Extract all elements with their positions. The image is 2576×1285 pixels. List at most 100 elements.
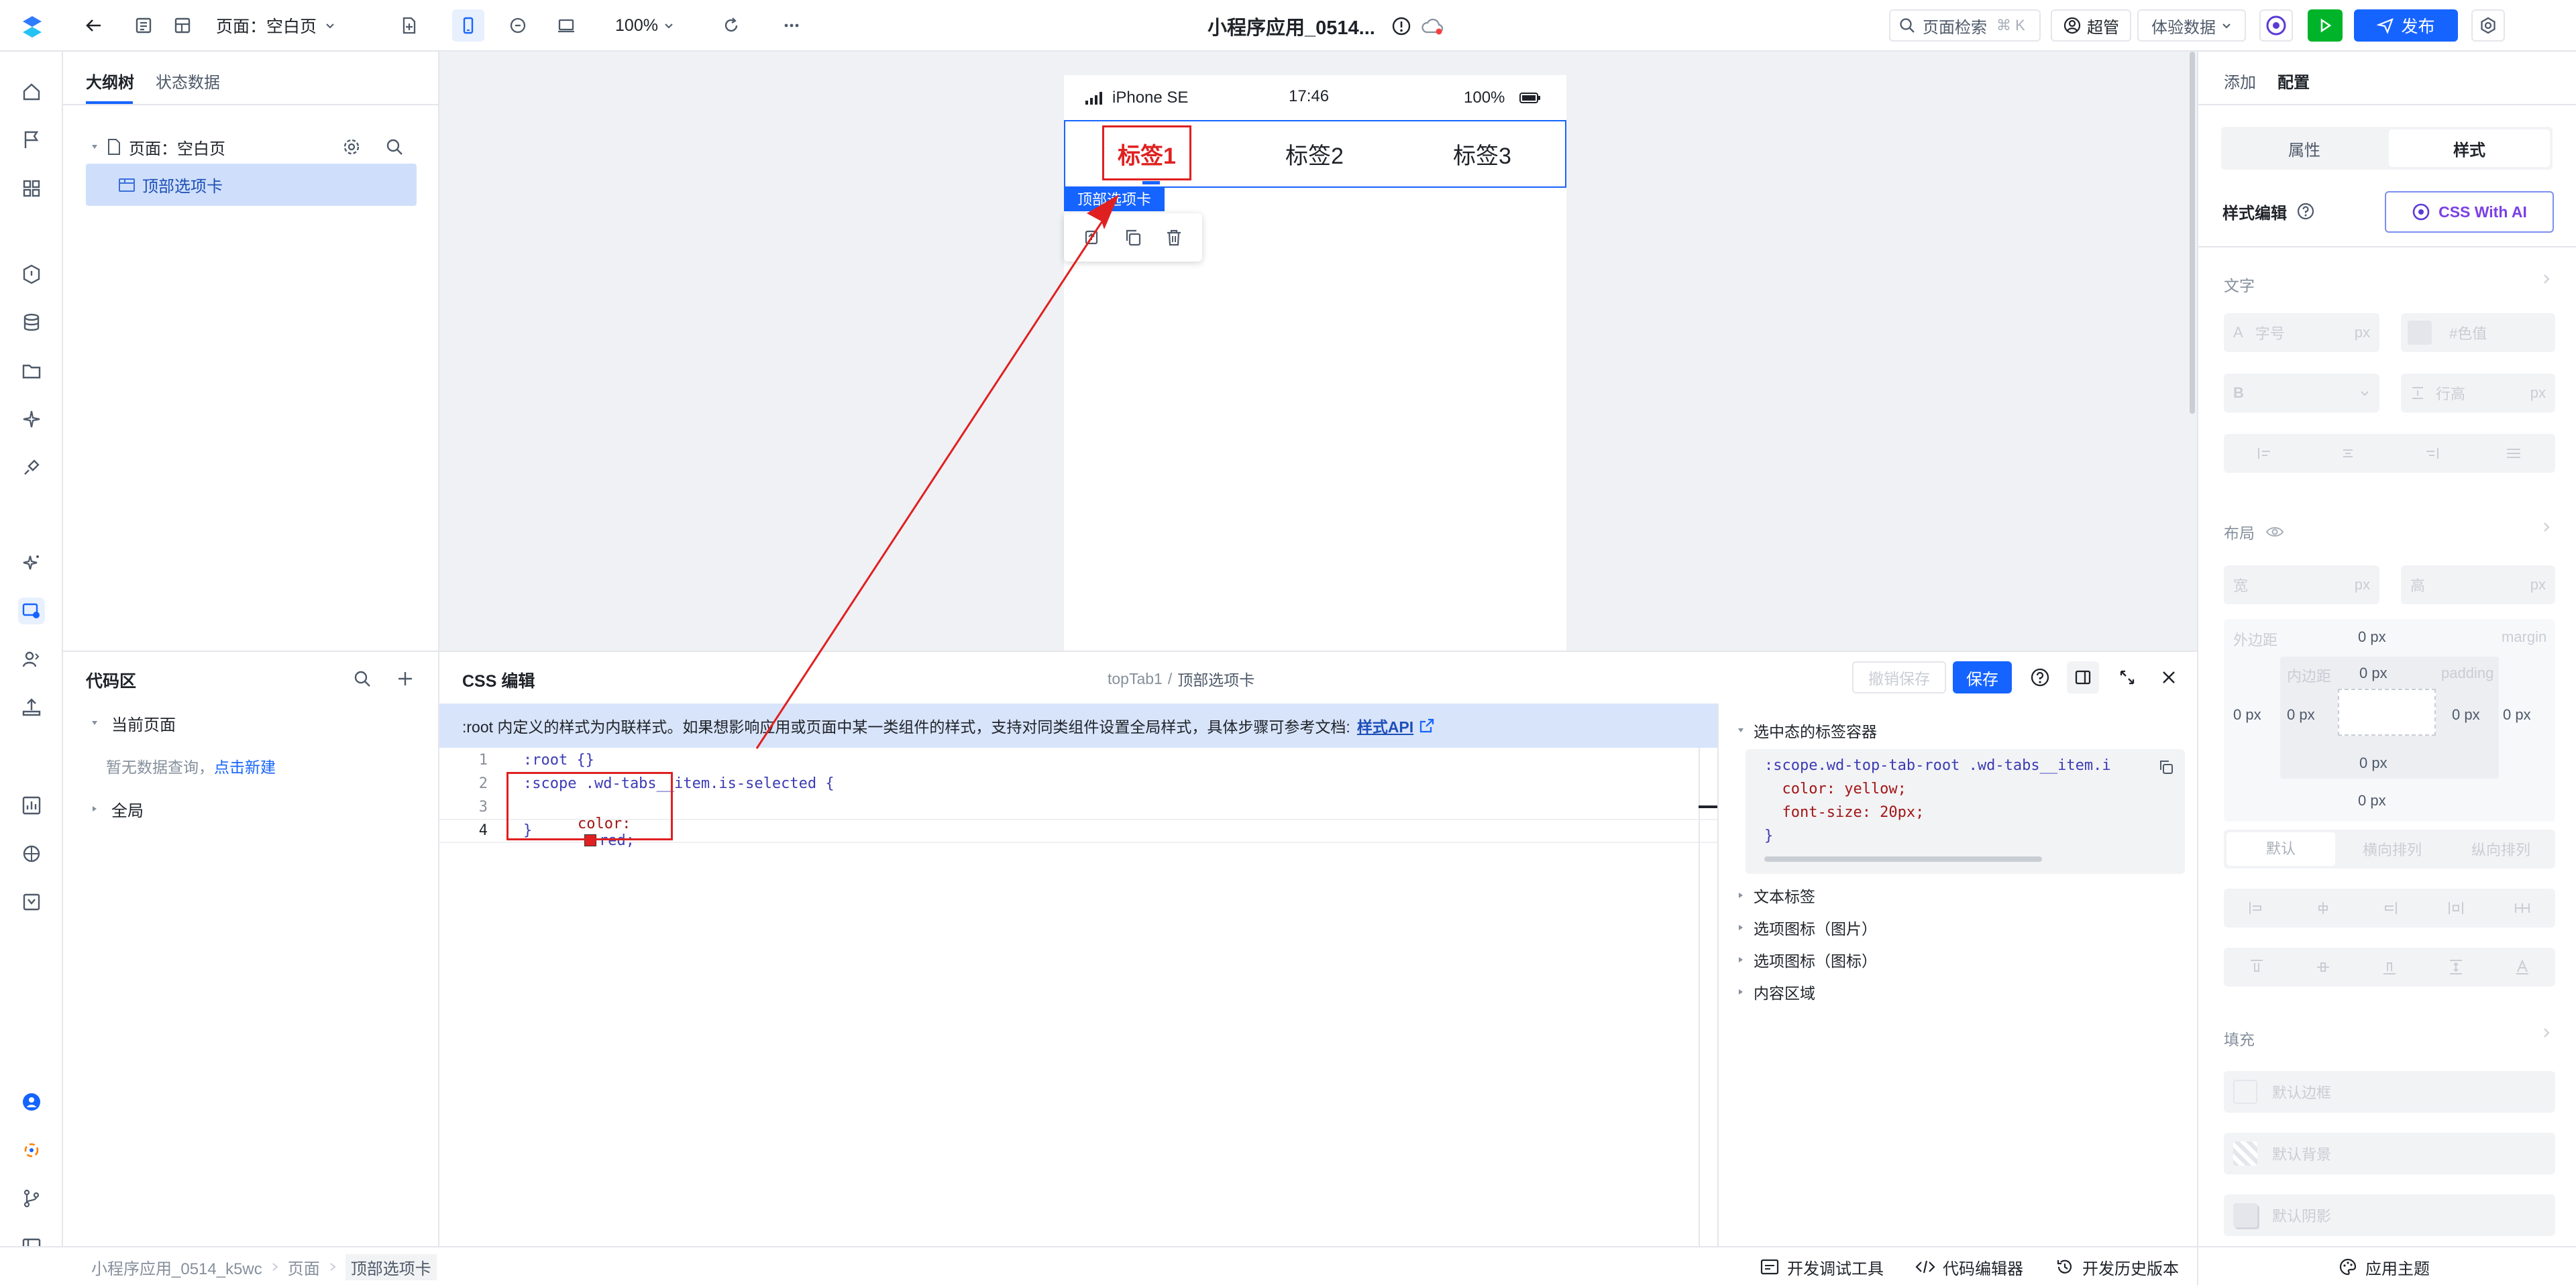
background-fill-label: 默认背景	[2272, 1146, 2332, 1163]
padding-top-value[interactable]: 0 px	[2359, 665, 2387, 682]
app-theme-label: 应用主题	[2365, 1260, 2430, 1278]
eye-icon[interactable]	[2265, 525, 2284, 539]
style-reference-panel: 选中态的标签容器 :scope.wd-top-tab-root .wd-tabs…	[1717, 704, 2197, 1246]
height-label: 高	[2410, 577, 2426, 594]
layout-section-header: 布局	[2224, 521, 2284, 543]
crumb-component[interactable]: 顶部选项卡	[345, 1253, 437, 1280]
ref-section[interactable]: 文本标签	[1736, 883, 1815, 907]
segment-properties[interactable]: 属性	[2224, 129, 2385, 167]
code-editor-button[interactable]: 代码编辑器	[1915, 1247, 2023, 1285]
crumb-page[interactable]: 页面	[288, 1255, 320, 1279]
line-height-placeholder: 行高	[2436, 386, 2466, 402]
background-swatch-icon	[2233, 1141, 2257, 1166]
caret-right-icon	[1736, 955, 1746, 964]
divider	[2198, 104, 2576, 105]
debug-tools-button[interactable]: 开发调试工具	[1760, 1247, 1884, 1285]
ref-section-selected[interactable]: 选中态的标签容器	[1736, 718, 1877, 742]
layout-mode-default[interactable]: 默认	[2226, 832, 2335, 866]
padding-tag: padding	[2441, 665, 2494, 681]
caret-right-icon	[1736, 891, 1746, 900]
tab-add[interactable]: 添加	[2224, 69, 2256, 93]
app-theme-button[interactable]: 应用主题	[2339, 1247, 2430, 1285]
ref-code-line: color: yellow;	[1764, 781, 1907, 797]
ref-section[interactable]: 选项图标（图标）	[1736, 948, 1877, 972]
history-label: 开发历史版本	[2082, 1260, 2179, 1278]
align-justify-icon[interactable]	[2505, 447, 2522, 460]
chevron-right-icon[interactable]	[2540, 273, 2553, 285]
font-weight-select[interactable]: B	[2224, 374, 2379, 412]
margin-bottom-value[interactable]: 0 px	[2358, 792, 2386, 809]
height-input[interactable]: 高 px	[2401, 565, 2555, 604]
align-left-icon[interactable]	[2257, 447, 2274, 460]
css-with-ai-button[interactable]: CSS With AI	[2385, 191, 2554, 233]
align-center-icon[interactable]	[2339, 447, 2357, 460]
ref-scrollbar[interactable]	[1764, 856, 2042, 862]
caret-right-icon	[1736, 923, 1746, 932]
padding-bottom-value[interactable]: 0 px	[2359, 755, 2387, 772]
border-fill-item[interactable]: 默认边框	[2224, 1071, 2555, 1113]
palette-icon	[2339, 1258, 2357, 1276]
margin-left-value[interactable]: 0 px	[2233, 706, 2261, 724]
margin-top-value[interactable]: 0 px	[2358, 628, 2386, 646]
css-ai-label: CSS With AI	[2438, 203, 2527, 221]
width-input[interactable]: 宽 px	[2224, 565, 2379, 604]
content-box	[2338, 689, 2436, 736]
divider	[2198, 246, 2576, 247]
align-start-icon[interactable]	[2248, 901, 2265, 915]
debug-tools-label: 开发调试工具	[1787, 1260, 1884, 1278]
line-height-icon	[2410, 386, 2425, 400]
horizontal-align-group	[2224, 889, 2555, 928]
chevron-right-icon[interactable]	[2540, 1027, 2553, 1039]
copy-code-icon[interactable]	[2156, 757, 2176, 777]
chevron-right-icon	[270, 1262, 280, 1272]
stretch-icon[interactable]	[2449, 958, 2463, 976]
space-around-icon[interactable]	[2514, 901, 2531, 915]
crumb-app[interactable]: 小程序应用_0514_k5wc	[91, 1255, 262, 1279]
ref-section-label: 选项图标（图标）	[1754, 952, 1877, 970]
border-swatch-icon	[2233, 1080, 2257, 1104]
space-between-icon[interactable]	[2447, 901, 2465, 915]
segment-style[interactable]: 样式	[2389, 129, 2550, 167]
unit-px: px	[2354, 576, 2370, 593]
baseline-icon[interactable]	[2515, 958, 2530, 976]
color-swatch-empty	[2408, 321, 2432, 345]
align-top-icon[interactable]	[2249, 958, 2264, 976]
line-height-input[interactable]: 行高 px	[2401, 374, 2555, 412]
font-weight-glyph-icon: B	[2233, 384, 2244, 401]
background-fill-item[interactable]: 默认背景	[2224, 1133, 2555, 1174]
help-icon[interactable]	[2296, 202, 2315, 221]
chevron-down-icon	[2359, 388, 2370, 398]
tab-config[interactable]: 配置	[2277, 69, 2310, 93]
text-section-title: 文字	[2224, 277, 2255, 294]
padding-right-value[interactable]: 0 px	[2452, 706, 2480, 724]
ref-section-label: 选项图标（图片）	[1754, 920, 1877, 938]
padding-left-value[interactable]: 0 px	[2287, 706, 2315, 724]
chevron-right-icon[interactable]	[2540, 521, 2553, 533]
layout-section-title: 布局	[2224, 524, 2255, 542]
font-size-input[interactable]: A 字号 px	[2224, 313, 2379, 352]
layout-mode-vertical[interactable]: 纵向排列	[2447, 838, 2555, 860]
divider	[2197, 1247, 2198, 1285]
ai-eye-icon	[2412, 203, 2430, 221]
layout-mode-horizontal[interactable]: 横向排列	[2338, 838, 2447, 860]
ref-title: 选中态的标签容器	[1754, 723, 1877, 740]
ref-code-line: font-size: 20px;	[1764, 804, 1925, 821]
text-align-group	[2224, 434, 2555, 473]
shadow-fill-item[interactable]: 默认阴影	[2224, 1194, 2555, 1236]
ref-section-label: 文本标签	[1754, 888, 1815, 905]
style-edit-row: 样式编辑	[2222, 199, 2315, 223]
padding-label: 内边距	[2287, 668, 2332, 685]
align-bottom-icon[interactable]	[2382, 958, 2397, 976]
history-button[interactable]: 开发历史版本	[2055, 1247, 2179, 1285]
align-end-icon[interactable]	[2381, 901, 2398, 915]
font-size-glyph-icon: A	[2233, 324, 2243, 341]
caret-right-icon	[1736, 987, 1746, 997]
align-vcenter-icon[interactable]	[2316, 958, 2330, 976]
ref-section[interactable]: 内容区域	[1736, 980, 1815, 1004]
margin-right-value[interactable]: 0 px	[2503, 706, 2531, 724]
ref-section[interactable]: 选项图标（图片）	[1736, 915, 1877, 940]
align-middle-icon[interactable]	[2314, 901, 2332, 915]
box-model-editor: 外边距 0 px margin 0 px 0 px 0 px 内边距 0 px …	[2224, 619, 2555, 822]
color-input[interactable]: #色值	[2401, 313, 2555, 352]
align-right-icon[interactable]	[2422, 447, 2440, 460]
